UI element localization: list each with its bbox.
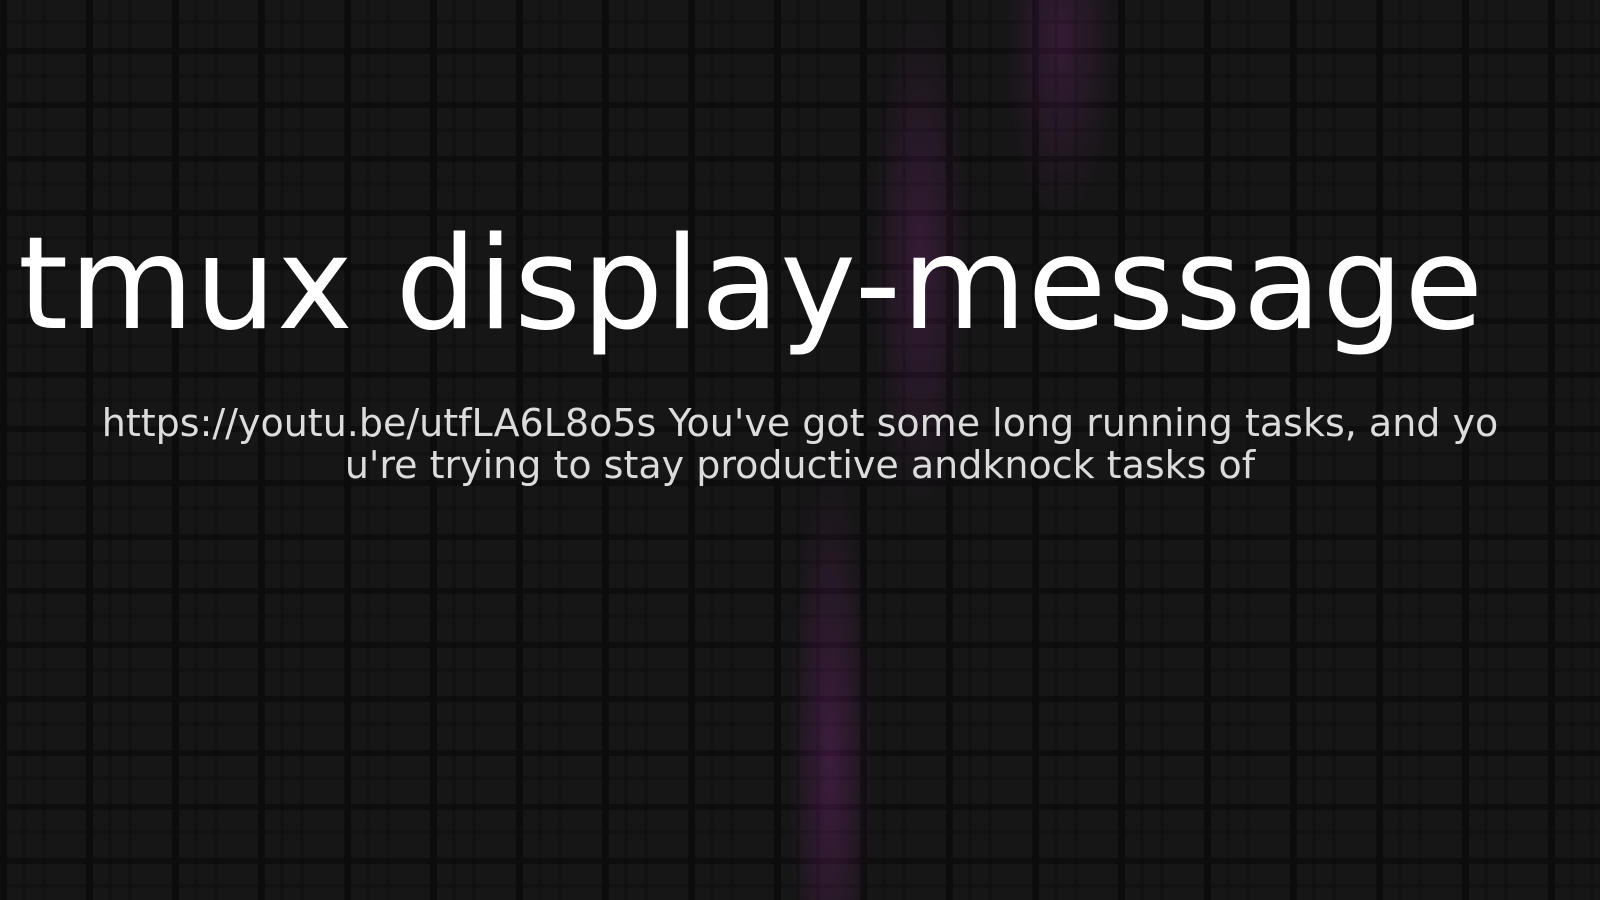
page-description: https://youtu.be/utfLA6L8o5s You've got …: [101, 401, 1499, 487]
og-image-card: tmux display-message https://youtu.be/ut…: [0, 0, 1600, 900]
page-title: tmux display-message: [18, 210, 1485, 359]
